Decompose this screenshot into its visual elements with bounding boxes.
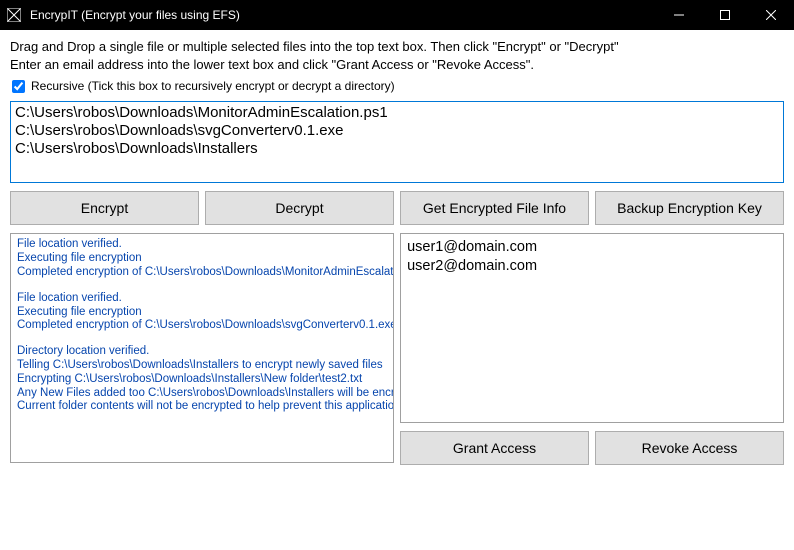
instructions-line1: Drag and Drop a single file or multiple …: [10, 38, 784, 56]
file-line: C:\Users\robos\Downloads\Installers: [15, 140, 779, 158]
close-button[interactable]: [748, 0, 794, 30]
file-line: C:\Users\robos\Downloads\MonitorAdminEsc…: [15, 104, 779, 122]
email-line: user1@domain.com: [407, 238, 777, 256]
maximize-button[interactable]: [702, 0, 748, 30]
app-body: Drag and Drop a single file or multiple …: [0, 30, 794, 475]
log-line: Telling C:\Users\robos\Downloads\Install…: [17, 359, 387, 373]
log-line: Completed encryption of C:\Users\robos\D…: [17, 266, 387, 280]
log-line: Executing file encryption: [17, 252, 387, 266]
grant-access-button[interactable]: Grant Access: [400, 431, 589, 465]
window-title: EncrypIT (Encrypt your files using EFS): [30, 8, 656, 22]
log-line: Current folder contents will not be encr…: [17, 400, 387, 414]
emails-textbox[interactable]: user1@domain.comuser2@domain.com: [400, 233, 784, 423]
revoke-access-button[interactable]: Revoke Access: [595, 431, 784, 465]
minimize-button[interactable]: [656, 0, 702, 30]
get-info-button[interactable]: Get Encrypted File Info: [400, 191, 589, 225]
instructions-line2: Enter an email address into the lower te…: [10, 56, 784, 74]
email-line: user2@domain.com: [407, 257, 777, 275]
recursive-checkbox[interactable]: [12, 80, 25, 93]
backup-key-button[interactable]: Backup Encryption Key: [595, 191, 784, 225]
encrypt-button[interactable]: Encrypt: [10, 191, 199, 225]
log-line: File location verified.: [17, 292, 387, 306]
right-column: user1@domain.comuser2@domain.com Grant A…: [400, 233, 784, 465]
lower-panels: File location verified.Executing file en…: [10, 233, 784, 465]
access-buttons: Grant Access Revoke Access: [400, 431, 784, 465]
recursive-label: Recursive (Tick this box to recursively …: [31, 79, 395, 93]
log-line: Any New Files added too C:\Users\robos\D…: [17, 387, 387, 401]
log-line: File location verified.: [17, 238, 387, 252]
instructions: Drag and Drop a single file or multiple …: [10, 38, 784, 73]
titlebar: EncrypIT (Encrypt your files using EFS): [0, 0, 794, 30]
log-line: Completed encryption of C:\Users\robos\D…: [17, 319, 387, 333]
main-buttons: Encrypt Decrypt Get Encrypted File Info …: [10, 191, 784, 225]
recursive-row[interactable]: Recursive (Tick this box to recursively …: [10, 79, 784, 93]
log-line: Directory location verified.: [17, 345, 387, 359]
log-panel[interactable]: File location verified.Executing file en…: [10, 233, 394, 463]
files-textbox[interactable]: C:\Users\robos\Downloads\MonitorAdminEsc…: [10, 101, 784, 183]
window-controls: [656, 0, 794, 30]
log-line: Executing file encryption: [17, 306, 387, 320]
decrypt-button[interactable]: Decrypt: [205, 191, 394, 225]
log-line: Encrypting C:\Users\robos\Downloads\Inst…: [17, 373, 387, 387]
file-line: C:\Users\robos\Downloads\svgConverterv0.…: [15, 122, 779, 140]
app-icon: [6, 7, 22, 23]
